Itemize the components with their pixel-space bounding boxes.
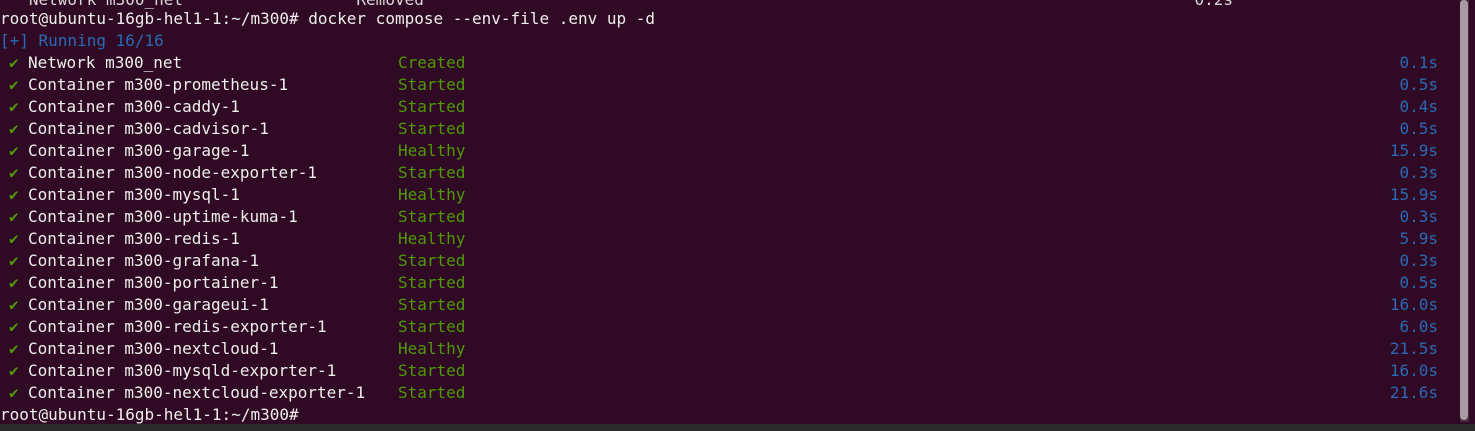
row-status: Started: [398, 75, 466, 94]
checkmark-icon: ✔: [9, 75, 19, 94]
compose-row: ✔ Container m300-uptime-kuma-1 Started 0.3s: [0, 206, 1440, 228]
scrollbar-thumb[interactable]: [1460, 0, 1468, 420]
row-time: 0.3s: [1399, 207, 1438, 226]
row-status: Healthy: [398, 141, 466, 160]
compose-row: ✔ Container m300-cadvisor-1 Started 0.5s: [0, 118, 1440, 140]
compose-row: ✔ Container m300-redis-exporter-1 Started 6…: [0, 316, 1440, 338]
row-label: Container m300-node-exporter-1: [28, 163, 317, 182]
row-status: Started: [398, 163, 466, 182]
row-time: 15.9s: [1389, 141, 1438, 160]
compose-row: ✔ Container m300-caddy-1 Started 0.4s: [0, 96, 1440, 118]
row-status: Started: [398, 207, 466, 226]
checkmark-icon: ✔: [9, 141, 19, 160]
compose-row: ✔ Container m300-node-exporter-1 Started 0.…: [0, 162, 1440, 184]
row-status: Started: [398, 273, 466, 292]
checkmark-icon: ✔: [9, 229, 19, 248]
row-status: Started: [398, 361, 466, 380]
row-label: Container m300-redis-1: [28, 229, 240, 248]
running-status: [+] Running 16/16: [0, 31, 164, 50]
row-time: 0.3s: [1399, 163, 1438, 182]
row-time: 6.0s: [1399, 317, 1438, 336]
row-time: 0.1s: [1399, 53, 1438, 72]
row-label: Container m300-uptime-kuma-1: [28, 207, 298, 226]
terminal-window[interactable]: Network m300_net Removed 0.2s root@ubunt…: [0, 0, 1475, 431]
row-status: Healthy: [398, 339, 466, 358]
checkmark-icon: ✔: [9, 119, 19, 138]
compose-row: ✔ Container m300-nextcloud-exporter-1 Star…: [0, 382, 1440, 404]
row-label: Container m300-cadvisor-1: [28, 119, 269, 138]
row-time: 0.4s: [1399, 97, 1438, 116]
row-status: Healthy: [398, 185, 466, 204]
checkmark-icon: ✔: [9, 273, 19, 292]
row-label: Container m300-redis-exporter-1: [28, 317, 327, 336]
row-label: Container m300-mysqld-exporter-1: [28, 361, 337, 380]
row-status: Started: [398, 383, 466, 402]
row-label: Container m300-garage-1: [28, 141, 250, 160]
row-status: Started: [398, 295, 466, 314]
row-status: Created: [398, 53, 466, 72]
row-time: 0.3s: [1399, 251, 1438, 270]
row-status: Started: [398, 119, 466, 138]
row-label: Container m300-portainer-1: [28, 273, 279, 292]
checkmark-icon: ✔: [9, 163, 19, 182]
row-label: Container m300-caddy-1: [28, 97, 240, 116]
checkmark-icon: ✔: [9, 185, 19, 204]
row-time: 0.5s: [1399, 273, 1438, 292]
bottom-strip: [0, 424, 1475, 431]
shell-prompt[interactable]: root@ubuntu-16gb-hel1-1:~/m300#: [0, 404, 299, 426]
compose-row: ✔ Container m300-garage-1 Healthy 15.9s: [0, 140, 1440, 162]
checkmark-icon: ✔: [9, 251, 19, 270]
checkmark-icon: ✔: [9, 207, 19, 226]
compose-row: ✔ Container m300-garageui-1 Started 16.0s: [0, 294, 1440, 316]
compose-row: ✔ Container m300-nextcloud-1 Healthy 21.5s: [0, 338, 1440, 360]
row-time: 0.5s: [1399, 119, 1438, 138]
row-status: Started: [398, 97, 466, 116]
row-label: Container m300-mysql-1: [28, 185, 240, 204]
compose-row: ✔ Container m300-grafana-1 Started 0.3s: [0, 250, 1440, 272]
row-label: Container m300-garageui-1: [28, 295, 269, 314]
command-line: root@ubuntu-16gb-hel1-1:~/m300# docker c…: [0, 9, 656, 28]
row-label: Container m300-nextcloud-exporter-1: [28, 383, 366, 402]
checkmark-icon: ✔: [9, 383, 19, 402]
row-time: 15.9s: [1389, 185, 1438, 204]
row-time: 21.5s: [1389, 339, 1438, 358]
row-label: Container m300-prometheus-1: [28, 75, 289, 94]
checkmark-icon: ✔: [9, 53, 19, 72]
row-status: Started: [398, 251, 466, 270]
row-time: 5.9s: [1399, 229, 1438, 248]
checkmark-icon: ✔: [9, 317, 19, 336]
compose-row: ✔ Container m300-portainer-1 Started 0.5s: [0, 272, 1440, 294]
row-time: 0.5s: [1399, 75, 1438, 94]
row-time: 16.0s: [1389, 295, 1438, 314]
row-time: 21.6s: [1389, 383, 1438, 402]
checkmark-icon: ✔: [9, 97, 19, 116]
row-status: Healthy: [398, 229, 466, 248]
row-label: Network m300_net: [28, 53, 183, 72]
checkmark-icon: ✔: [9, 339, 19, 358]
checkmark-icon: ✔: [9, 295, 19, 314]
compose-row: ✔ Container m300-mysql-1 Healthy 15.9s: [0, 184, 1440, 206]
checkmark-icon: ✔: [9, 361, 19, 380]
compose-row: ✔ Container m300-mysqld-exporter-1 Started…: [0, 360, 1440, 382]
row-label: Container m300-grafana-1: [28, 251, 260, 270]
compose-row: ✔ Container m300-redis-1 Healthy 5.9s: [0, 228, 1440, 250]
row-label: Container m300-nextcloud-1: [28, 339, 279, 358]
row-time: 16.0s: [1389, 361, 1438, 380]
compose-row: ✔ Container m300-prometheus-1 Started 0.5s: [0, 74, 1440, 96]
compose-row: ✔ Network m300_net Created 0.1s: [0, 52, 1440, 74]
row-status: Started: [398, 317, 466, 336]
